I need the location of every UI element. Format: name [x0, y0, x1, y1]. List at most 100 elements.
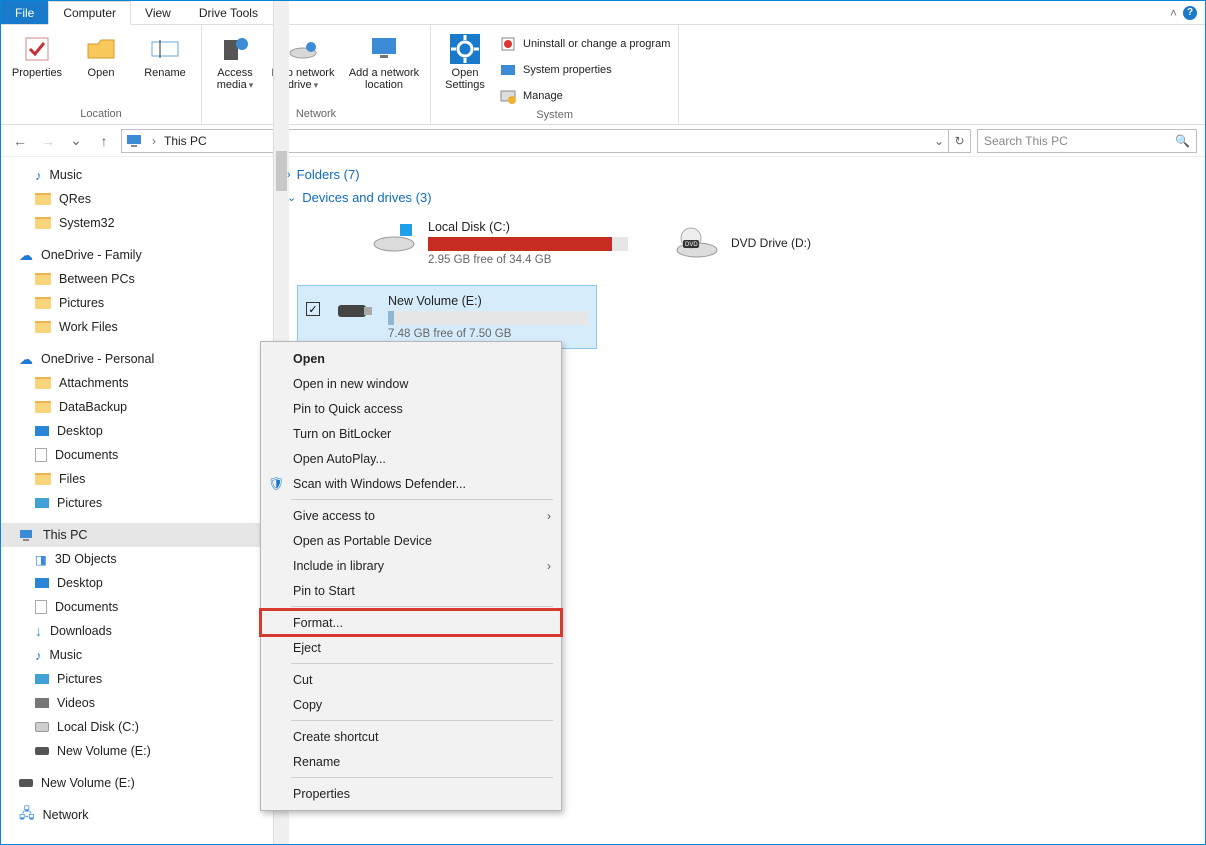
- desktop-icon: [35, 578, 49, 588]
- nav-pictures-1[interactable]: Pictures: [1, 291, 273, 315]
- minimize-ribbon-icon[interactable]: ˄: [1170, 6, 1177, 20]
- nav-files[interactable]: Files: [1, 467, 273, 491]
- dvd-icon: DVD: [675, 226, 719, 260]
- address-bar[interactable]: This PC ⌄: [121, 129, 949, 153]
- ribbon-group-network: Access media Map network drive Add a net…: [202, 25, 431, 124]
- refresh-button[interactable]: ↻: [949, 129, 971, 153]
- tab-file[interactable]: File: [1, 1, 48, 24]
- usb-icon: [35, 747, 49, 755]
- disk-icon: [35, 722, 49, 732]
- network-drive-icon: [287, 33, 319, 65]
- nav-desktop-2[interactable]: Desktop: [1, 571, 273, 595]
- ctx-defender-scan[interactable]: 🛡Scan with Windows Defender...: [261, 471, 561, 496]
- folder-icon: [35, 297, 51, 309]
- checkbox-icon[interactable]: ✓: [306, 302, 320, 316]
- navigation-pane[interactable]: ♪Music QRes System32 ☁OneDrive - Family …: [1, 157, 273, 844]
- nav-pictures-2[interactable]: Pictures: [1, 491, 273, 515]
- nav-between-pcs[interactable]: Between PCs: [1, 267, 273, 291]
- nav-3d-objects[interactable]: ◨3D Objects: [1, 547, 273, 571]
- nav-downloads[interactable]: ↓Downloads: [1, 619, 273, 643]
- separator: [291, 720, 553, 721]
- network-icon: 🖧: [19, 803, 35, 827]
- system-properties-button[interactable]: System properties: [499, 59, 670, 81]
- drive-name: New Volume (E:): [388, 294, 588, 308]
- nav-local-disk-c[interactable]: Local Disk (C:): [1, 715, 273, 739]
- drive-local-disk-c[interactable]: Local Disk (C:) 2.95 GB free of 34.4 GB: [337, 211, 637, 275]
- navigation-bar: ← → ⌄ ↑ This PC ⌄ ↻ Search This PC 🔍: [1, 125, 1205, 157]
- properties-button[interactable]: Properties: [9, 29, 65, 79]
- nav-onedrive-family[interactable]: ☁OneDrive - Family: [1, 243, 273, 267]
- uninstall-program-button[interactable]: Uninstall or change a program: [499, 33, 670, 55]
- ctx-open-new-window[interactable]: Open in new window: [261, 371, 561, 396]
- open-button[interactable]: Open: [73, 29, 129, 79]
- ctx-properties[interactable]: Properties: [261, 781, 561, 806]
- nav-music-2[interactable]: ♪Music: [1, 643, 273, 667]
- nav-work-files[interactable]: Work Files: [1, 315, 273, 339]
- ctx-pin-start[interactable]: Pin to Start: [261, 578, 561, 603]
- nav-attachments[interactable]: Attachments: [1, 371, 273, 395]
- nav-documents-2[interactable]: Documents: [1, 595, 273, 619]
- ctx-cut[interactable]: Cut: [261, 667, 561, 692]
- ctx-create-shortcut[interactable]: Create shortcut: [261, 724, 561, 749]
- nav-new-volume-2[interactable]: New Volume (E:): [1, 771, 273, 795]
- ctx-pin-quick-access[interactable]: Pin to Quick access: [261, 396, 561, 421]
- nav-back-button[interactable]: ←: [9, 133, 31, 149]
- help-icon[interactable]: ?: [1183, 6, 1197, 20]
- tab-drive-tools[interactable]: Drive Tools: [185, 1, 272, 24]
- ctx-include-library[interactable]: Include in library›: [261, 553, 561, 578]
- tab-view[interactable]: View: [131, 1, 185, 24]
- ctx-rename[interactable]: Rename: [261, 749, 561, 774]
- ctx-open[interactable]: Open: [261, 346, 561, 371]
- separator: [291, 499, 553, 500]
- nav-system32[interactable]: System32: [1, 211, 273, 235]
- tab-computer[interactable]: Computer: [48, 1, 131, 25]
- ctx-bitlocker[interactable]: Turn on BitLocker: [261, 421, 561, 446]
- ctx-give-access[interactable]: Give access to›: [261, 503, 561, 528]
- submenu-arrow-icon: ›: [547, 509, 551, 523]
- nav-documents-1[interactable]: Documents: [1, 443, 273, 467]
- nav-up-button[interactable]: ↑: [93, 133, 115, 149]
- section-folders[interactable]: ›Folders (7): [287, 163, 1205, 186]
- section-devices-drives[interactable]: ⌄Devices and drives (3): [287, 186, 1205, 209]
- ctx-eject[interactable]: Eject: [261, 635, 561, 660]
- thispc-icon: [19, 529, 35, 541]
- nav-music[interactable]: ♪Music: [1, 163, 273, 187]
- cloud-icon: ☁: [19, 351, 33, 368]
- address-dropdown-icon[interactable]: ⌄: [934, 134, 944, 148]
- nav-qres[interactable]: QRes: [1, 187, 273, 211]
- nav-onedrive-personal[interactable]: ☁OneDrive - Personal: [1, 347, 273, 371]
- explorer-body: ♪Music QRes System32 ☁OneDrive - Family …: [1, 157, 1205, 844]
- nav-recent-button[interactable]: ⌄: [65, 132, 87, 149]
- nav-new-volume-1[interactable]: New Volume (E:): [1, 739, 273, 763]
- drive-new-volume-e[interactable]: ✓ New Volume (E:) 7.48 GB free of 7.50 G…: [297, 285, 597, 349]
- hdd-icon: [372, 220, 416, 254]
- nav-thispc[interactable]: This PC: [1, 523, 273, 547]
- drive-free-text: 2.95 GB free of 34.4 GB: [428, 254, 628, 266]
- svg-text:DVD: DVD: [685, 242, 698, 248]
- ctx-portable-device[interactable]: Open as Portable Device: [261, 528, 561, 553]
- music-icon: ♪: [35, 648, 42, 663]
- search-box[interactable]: Search This PC 🔍: [977, 129, 1197, 153]
- nav-pictures-3[interactable]: Pictures: [1, 667, 273, 691]
- ctx-format[interactable]: Format...: [261, 610, 561, 635]
- ctx-copy[interactable]: Copy: [261, 692, 561, 717]
- access-media-button[interactable]: Access media: [210, 29, 260, 91]
- capacity-bar: [388, 311, 588, 325]
- drive-dvd-d[interactable]: DVD DVD Drive (D:): [667, 211, 967, 275]
- nav-network[interactable]: 🖧Network: [1, 803, 273, 827]
- open-settings-button[interactable]: Open Settings: [439, 29, 491, 91]
- separator: [291, 606, 553, 607]
- nav-videos[interactable]: Videos: [1, 691, 273, 715]
- context-menu: Open Open in new window Pin to Quick acc…: [260, 341, 562, 811]
- desktop-icon: [35, 426, 49, 436]
- manage-button[interactable]: Manage: [499, 85, 670, 107]
- nav-desktop-1[interactable]: Desktop: [1, 419, 273, 443]
- breadcrumb-thispc[interactable]: This PC: [164, 134, 207, 148]
- drive-name: DVD Drive (D:): [731, 236, 811, 250]
- rename-button[interactable]: Rename: [137, 29, 193, 79]
- nav-databackup[interactable]: DataBackup: [1, 395, 273, 419]
- ctx-autoplay[interactable]: Open AutoPlay...: [261, 446, 561, 471]
- nav-forward-button[interactable]: →: [37, 133, 59, 149]
- add-network-location-button[interactable]: Add a network location: [346, 29, 422, 91]
- music-icon: ♪: [35, 168, 42, 183]
